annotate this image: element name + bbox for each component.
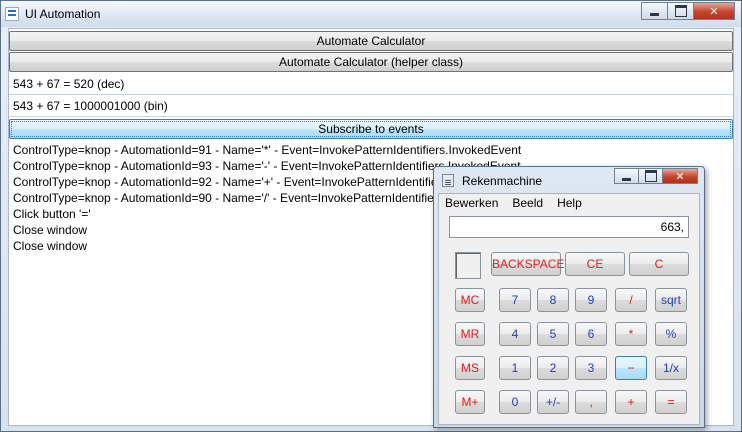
calculator-maximize-button[interactable] [638,168,662,184]
key-reciprocal[interactable]: 1/x [655,356,687,380]
key-divide[interactable]: / [615,288,647,312]
key-0[interactable]: 0 [499,390,531,414]
main-window: UI Automation ✕ Automate Calculator Auto… [0,0,742,432]
clear-key[interactable]: C [629,252,689,276]
menu-help[interactable]: Help [557,194,582,213]
key-sqrt[interactable]: sqrt [655,288,687,312]
key-add[interactable]: + [615,390,647,414]
memory-clear-key[interactable]: MC [455,288,485,312]
log-line: ControlType=knop - AutomationId=91 - Nam… [13,143,522,157]
automate-calculator-helper-button[interactable]: Automate Calculator (helper class) [9,52,733,72]
result-decimal-field[interactable]: 543 + 67 = 520 (dec) [9,74,733,95]
memory-store-key[interactable]: MS [455,356,485,380]
title-bar[interactable]: UI Automation ✕ [1,1,741,27]
calculator-title: Rekenmachine [462,174,543,188]
calculator-close-button[interactable]: ✕ [662,168,698,184]
key-8[interactable]: 8 [537,288,569,312]
key-equals[interactable]: = [655,390,687,414]
key-5[interactable]: 5 [537,322,569,346]
maximize-button[interactable] [667,2,693,20]
key-3[interactable]: 3 [575,356,607,380]
result-binary-field[interactable]: 543 + 67 = 1000001000 (bin) [9,96,733,117]
memory-indicator [455,252,481,279]
automate-calculator-button[interactable]: Automate Calculator [9,31,733,51]
close-button[interactable]: ✕ [693,2,735,20]
calculator-title-bar[interactable]: Rekenmachine ✕ [434,167,704,192]
key-2[interactable]: 2 [537,356,569,380]
menu-beeld[interactable]: Beeld [512,194,543,213]
memory-add-key[interactable]: M+ [455,390,485,414]
calculator-menu-bar: Bewerken Beeld Help [439,194,699,213]
key-negate[interactable]: +/- [537,390,569,414]
menu-bewerken[interactable]: Bewerken [445,194,498,213]
calculator-body: Bewerken Beeld Help 663, BACKSPACE CE C … [438,193,700,425]
key-decimal[interactable]: , [575,390,607,414]
key-multiply[interactable]: * [615,322,647,346]
key-7[interactable]: 7 [499,288,531,312]
backspace-key[interactable]: BACKSPACE [491,252,564,276]
calculator-window: Rekenmachine ✕ Bewerken Beeld Help 663, … [433,166,705,428]
app-icon [5,7,19,21]
calculator-minimize-button[interactable] [614,168,638,184]
window-title: UI Automation [25,7,101,21]
key-4[interactable]: 4 [499,322,531,346]
memory-recall-key[interactable]: MR [455,322,485,346]
calculator-icon [442,174,454,187]
calculator-display: 663, [449,216,689,238]
key-1[interactable]: 1 [499,356,531,380]
key-subtract[interactable]: − [615,356,647,380]
minimize-button[interactable] [641,2,667,20]
clear-entry-key[interactable]: CE [565,252,625,276]
subscribe-events-button[interactable]: Subscribe to events [9,119,733,139]
key-percent[interactable]: % [655,322,687,346]
key-6[interactable]: 6 [575,322,607,346]
key-9[interactable]: 9 [575,288,607,312]
